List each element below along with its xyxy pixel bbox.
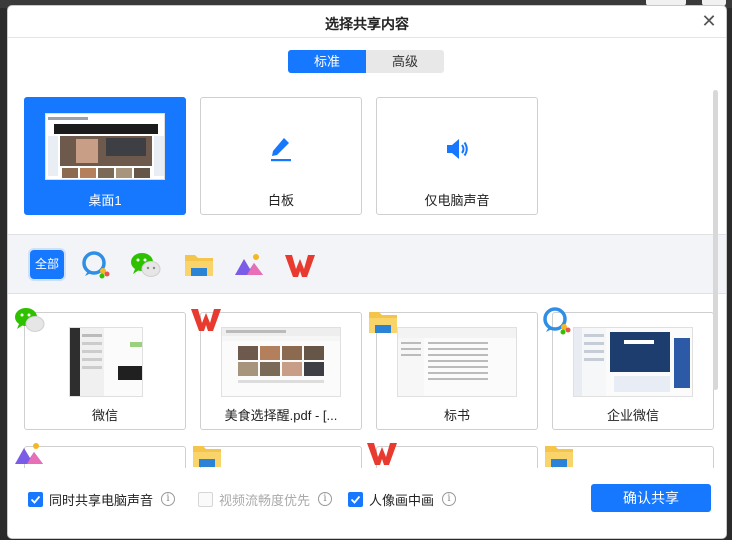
dialog-footer: 同时共享电脑声音 i 视频流畅度优先 i 人像画中画 i 确认共享 <box>8 468 726 538</box>
window-card-pdf[interactable]: 美食选择醒.pdf - [... <box>191 309 362 430</box>
window-thumbnail <box>69 327 143 397</box>
option-whiteboard[interactable]: 白板 <box>200 97 362 215</box>
wps-icon <box>189 305 223 339</box>
window-card[interactable] <box>367 443 538 468</box>
tab-advanced[interactable]: 高级 <box>366 50 444 73</box>
window-label: 标书 <box>443 408 470 423</box>
checkbox-disabled <box>198 491 213 507</box>
mountain-app-icon[interactable] <box>232 248 266 282</box>
window-thumbnail <box>573 327 693 397</box>
option-label: 人像画中画 <box>369 492 435 508</box>
wechat-icon <box>13 305 47 339</box>
mode-tabs: 标准 高级 <box>288 50 444 73</box>
option-label: 桌面1 <box>88 193 122 208</box>
info-icon[interactable]: i <box>318 492 333 506</box>
option-label: 同时共享电脑声音 <box>49 492 154 508</box>
mountain-app-icon <box>13 439 47 468</box>
app-filter-bar: 全部 <box>8 234 726 294</box>
wps-icon[interactable] <box>283 248 317 282</box>
window-thumbnail <box>221 327 341 397</box>
window-card-wecom[interactable]: 企业微信 <box>543 307 714 430</box>
window-card[interactable] <box>193 446 362 468</box>
close-button[interactable]: ✕ <box>698 10 720 32</box>
option-computer-audio-only[interactable]: 仅电脑声音 <box>376 97 538 215</box>
desktop-thumbnail <box>45 113 165 180</box>
info-icon[interactable]: i <box>442 492 457 506</box>
folder-icon <box>191 441 225 468</box>
dialog-titlebar: 选择共享内容 ✕ <box>8 6 726 38</box>
dialog-title: 选择共享内容 <box>325 16 409 32</box>
checkbox-checked[interactable] <box>348 491 363 507</box>
wecom-icon[interactable] <box>79 248 113 282</box>
vertical-scrollbar[interactable] <box>713 90 718 390</box>
window-label: 微信 <box>91 408 118 423</box>
window-label: 美食选择醒.pdf - [... <box>224 408 338 423</box>
window-label: 企业微信 <box>606 408 659 423</box>
option-picture-in-picture[interactable]: 人像画中画 i <box>348 490 457 508</box>
option-video-smoothness: 视频流畅度优先 i <box>198 490 333 508</box>
option-share-computer-audio[interactable]: 同时共享电脑声音 i <box>28 490 176 508</box>
checkbox-checked[interactable] <box>28 491 43 507</box>
tab-standard[interactable]: 标准 <box>288 50 366 73</box>
wechat-icon[interactable] <box>129 248 163 282</box>
filter-all-button[interactable]: 全部 <box>30 250 64 279</box>
share-source-list[interactable]: 桌面1 白板 仅电脑声音 全部 微信 美食选择醒.pdf - [... 标书 企… <box>8 84 726 468</box>
confirm-share-button[interactable]: 确认共享 <box>591 484 711 512</box>
window-card-wechat[interactable]: 微信 <box>15 308 186 430</box>
wecom-icon <box>541 305 575 339</box>
option-label: 仅电脑声音 <box>424 193 490 208</box>
option-label: 白板 <box>267 193 294 208</box>
window-card-folder[interactable]: 标书 <box>369 312 538 430</box>
wps-icon <box>365 439 399 468</box>
window-card[interactable] <box>545 446 714 468</box>
option-label: 视频流畅度优先 <box>219 492 311 508</box>
share-content-dialog: 选择共享内容 ✕ 标准 高级 桌面1 白板 仅电脑声音 全部 微信 美食选择醒.… <box>8 6 726 538</box>
folder-icon <box>543 441 577 468</box>
folder-icon[interactable] <box>182 248 216 282</box>
pen-icon <box>201 133 361 165</box>
speaker-icon <box>377 133 537 165</box>
window-thumbnail <box>397 327 517 397</box>
folder-icon <box>367 307 401 341</box>
window-card[interactable] <box>15 443 186 468</box>
option-desktop-1[interactable]: 桌面1 <box>24 97 186 215</box>
info-icon[interactable]: i <box>161 492 176 506</box>
